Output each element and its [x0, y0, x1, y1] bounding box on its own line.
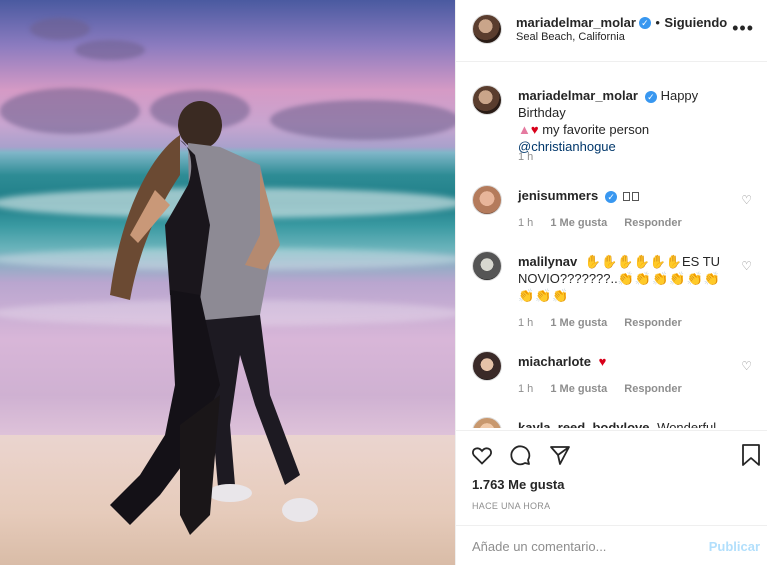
comment-text: kayla_reed_bodylove Wonderful: [518, 419, 738, 428]
caption-body: my favorite person: [542, 122, 650, 137]
separator-dot: •: [655, 15, 660, 30]
comment-body: Wonderful: [657, 420, 717, 428]
hands-emoji-icon: ✋✋✋✋✋✋: [584, 254, 683, 269]
comment-time[interactable]: 1 h: [518, 317, 533, 329]
instagram-post-view: mariadelmar_molar ✓ • Siguiendo Seal Beac…: [0, 0, 767, 565]
author-line: mariadelmar_molar ✓ • Siguiendo: [516, 14, 727, 32]
comment-username[interactable]: miacharlote: [518, 354, 591, 369]
commenter-avatar[interactable]: [472, 417, 502, 428]
post-header: mariadelmar_molar ✓ • Siguiendo Seal Beac…: [456, 0, 767, 62]
save-bookmark-icon[interactable]: [740, 443, 762, 467]
verified-badge-icon: ✓: [605, 190, 618, 203]
comment-likes[interactable]: 1 Me gusta: [550, 317, 607, 329]
reply-button[interactable]: Responder: [624, 317, 681, 329]
comment-item: miacharlote ♥ ♡ 1 h 1 Me gusta Responder: [472, 351, 758, 401]
verified-badge-icon: ✓: [644, 90, 657, 103]
unknown-glyph-icon: [622, 192, 630, 202]
unknown-glyph-icon: [631, 192, 639, 202]
red-heart-icon: ♥: [530, 122, 539, 137]
verified-badge-icon: ✓: [638, 16, 651, 29]
caption-username[interactable]: mariadelmar_molar: [518, 88, 638, 103]
comment-likes[interactable]: 1 Me gusta: [550, 383, 607, 395]
comment-text: miacharlote ♥: [518, 353, 738, 370]
caption-avatar[interactable]: [472, 85, 502, 115]
red-heart-icon: ♥: [598, 354, 607, 369]
share-direct-icon[interactable]: [548, 443, 572, 467]
commenter-avatar[interactable]: [472, 185, 502, 215]
caption: mariadelmar_molar ✓ Happy Birthday ▲♥ my …: [472, 83, 758, 163]
post-time-ago: HACE UNA HORA: [472, 501, 551, 511]
comment-meta: 1 h 1 Me gusta Responder: [518, 317, 696, 329]
like-comment-heart-icon[interactable]: ♡: [741, 193, 752, 207]
commenter-avatar[interactable]: [472, 351, 502, 381]
comment-item: jenisummers ✓ ♡ 1 h 1 Me gusta Responder: [472, 185, 758, 235]
like-comment-heart-icon[interactable]: ♡: [741, 359, 752, 373]
comment-meta: 1 h 1 Me gusta Responder: [518, 383, 696, 395]
comment-item: kayla_reed_bodylove Wonderful: [472, 417, 758, 428]
comment-username[interactable]: kayla_reed_bodylove: [518, 420, 650, 428]
caption-time[interactable]: 1 h: [518, 151, 533, 163]
more-options-icon[interactable]: •••: [732, 18, 754, 39]
caption-meta: 1 h: [518, 151, 547, 163]
comment-item: malilynav ✋✋✋✋✋✋ES TU NOVIO???????..👏👏👏👏…: [472, 251, 758, 331]
comment-time[interactable]: 1 h: [518, 383, 533, 395]
author-avatar[interactable]: [472, 14, 502, 44]
comment-username[interactable]: malilynav: [518, 254, 577, 269]
likes-count[interactable]: 1.763 Me gusta: [472, 477, 565, 492]
comment-text: malilynav ✋✋✋✋✋✋ES TU NOVIO???????..👏👏👏👏…: [518, 253, 728, 304]
comments-list[interactable]: mariadelmar_molar ✓ Happy Birthday ▲♥ my …: [456, 63, 767, 428]
comment-bubble-icon[interactable]: [508, 443, 532, 467]
like-heart-icon[interactable]: [470, 443, 494, 467]
reply-button[interactable]: Responder: [624, 383, 681, 395]
post-actions: 1.763 Me gusta HACE UNA HORA Publicar: [456, 430, 767, 565]
couple-silhouette: [110, 101, 318, 535]
like-comment-heart-icon[interactable]: ♡: [741, 259, 752, 273]
post-location[interactable]: Seal Beach, California: [516, 31, 625, 43]
post-sidebar: mariadelmar_molar ✓ • Siguiendo Seal Beac…: [455, 0, 767, 565]
reply-button[interactable]: Responder: [624, 217, 681, 229]
cake-icon: ▲: [518, 122, 531, 137]
comment-likes[interactable]: 1 Me gusta: [550, 217, 607, 229]
commenter-avatar[interactable]: [472, 251, 502, 281]
author-username[interactable]: mariadelmar_molar: [516, 15, 636, 30]
caption-text: mariadelmar_molar ✓ Happy Birthday ▲♥ my …: [518, 87, 738, 155]
add-comment-bar: Publicar: [456, 525, 767, 565]
comment-username[interactable]: jenisummers: [518, 188, 598, 203]
comment-input[interactable]: [472, 534, 692, 558]
comment-time[interactable]: 1 h: [518, 217, 533, 229]
post-photo[interactable]: [0, 0, 455, 565]
comment-text: jenisummers ✓: [518, 187, 738, 204]
cloud: [75, 40, 145, 60]
following-button[interactable]: Siguiendo: [664, 15, 727, 30]
comment-meta: 1 h 1 Me gusta Responder: [518, 217, 696, 229]
cloud: [30, 18, 90, 40]
publish-button[interactable]: Publicar: [709, 539, 760, 554]
